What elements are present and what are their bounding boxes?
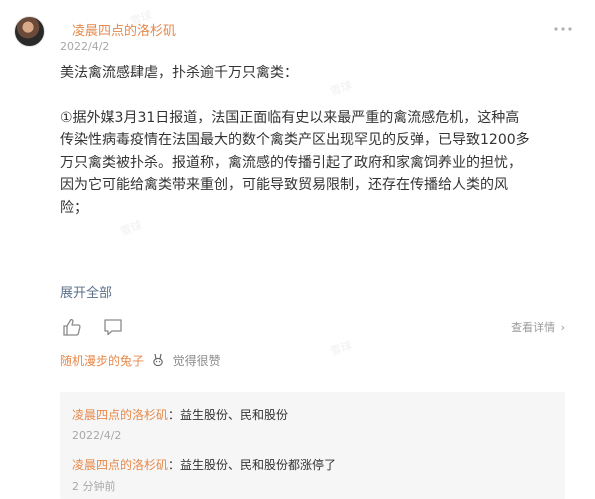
view-details-label: 查看详情 xyxy=(511,321,556,334)
post-date: 2022/4/2 xyxy=(60,40,110,53)
post-body-line: ①据外媒3月31日报道，法国正面临有史以来最严重的禽流感危机，这种高 xyxy=(60,109,520,126)
post-body-line: 险； xyxy=(60,199,88,216)
comment-author[interactable]: 凌晨四点的洛杉矶 xyxy=(72,458,168,472)
likes-suffix: 觉得很赞 xyxy=(172,354,221,368)
avatar[interactable] xyxy=(14,16,45,47)
chevron-right-icon: › xyxy=(560,321,565,334)
comment-separator: ： xyxy=(168,408,181,422)
thumbs-up-icon[interactable] xyxy=(62,318,82,336)
post-author-name[interactable]: 凌晨四点的洛杉矶 xyxy=(72,20,176,39)
view-details-link[interactable]: 查看详情 › xyxy=(511,319,565,335)
watermark: 雪球 xyxy=(328,338,354,359)
comment-time: 2022/4/2 xyxy=(72,429,122,442)
comment-time: 2 分钟前 xyxy=(72,480,116,493)
post-body-line: 美法禽流感肆虐，扑杀逾千万只禽类： xyxy=(60,65,298,81)
more-icon[interactable] xyxy=(552,22,574,36)
post-body-line: 万只禽类被扑杀。报道称，禽流感的传播引起了政府和家禽饲养业的担忧， xyxy=(60,154,522,171)
comment-item: 凌晨四点的洛杉矶：益生股份、民和股份 xyxy=(72,406,288,423)
comment-separator: ： xyxy=(168,458,181,472)
post-body-line: 因为它可能给禽类带来重创，可能导致贸易限制，还存在传播给人类的风 xyxy=(60,177,508,193)
comment-item: 凌晨四点的洛杉矶：益生股份、民和股份都涨停了 xyxy=(72,456,336,473)
comment-list: 凌晨四点的洛杉矶：益生股份、民和股份 2022/4/2 凌晨四点的洛杉矶：益生股… xyxy=(60,392,565,499)
post-body-line: 传染性病毒疫情在法国最大的数个禽类产区出现罕见的反弹，已导致1200多 xyxy=(60,132,530,148)
post-body: 美法禽流感肆虐，扑杀逾千万只禽类： ①据外媒3月31日报道，法国正面临有史以来最… xyxy=(60,62,580,219)
comment-author[interactable]: 凌晨四点的洛杉矶 xyxy=(72,408,168,422)
comment-text: 益生股份、民和股份都涨停了 xyxy=(180,458,337,472)
watermark: 雪球 xyxy=(118,218,144,239)
likes-row: 随机漫步的兔子 觉得很赞 xyxy=(60,352,221,369)
action-bar: 查看详情 › xyxy=(60,316,565,338)
expand-all-link[interactable]: 展开全部 xyxy=(60,282,112,301)
comment-icon[interactable] xyxy=(103,318,123,336)
liker-name[interactable]: 随机漫步的兔子 xyxy=(60,354,144,368)
rabbit-icon xyxy=(151,353,165,367)
comment-text: 益生股份、民和股份 xyxy=(180,408,289,422)
post-header: 凌晨四点的洛杉矶 2022/4/2 xyxy=(14,14,574,54)
